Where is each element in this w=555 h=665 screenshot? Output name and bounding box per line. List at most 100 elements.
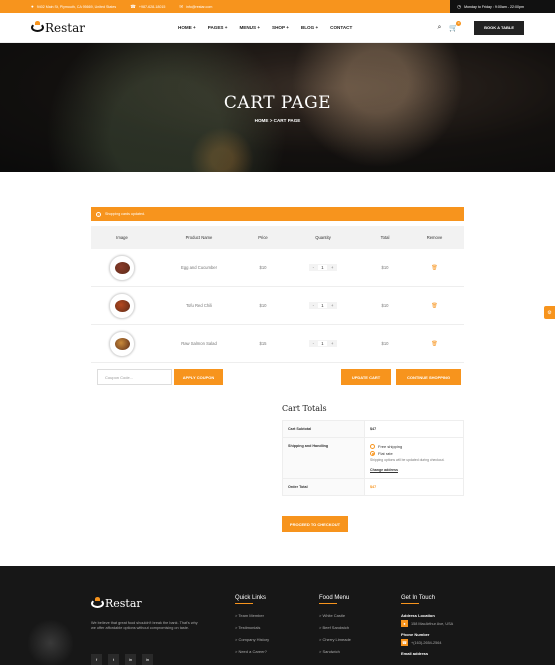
instagram-icon[interactable]: in — [125, 654, 136, 665]
phone-label: Phone Number — [401, 632, 430, 637]
product-image[interactable] — [109, 254, 135, 281]
order-total-label: Order Total — [283, 478, 365, 495]
linkedin-icon[interactable]: in — [142, 654, 153, 665]
flat-rate-option[interactable]: Flat rate — [370, 451, 458, 456]
footer-link[interactable]: > Sandwich — [319, 649, 351, 654]
quantity-stepper: -1 + — [308, 264, 338, 271]
table-row: Raw Salmon Salad $15 -1 + $10 🗑 — [91, 325, 464, 363]
qty-input[interactable]: 1 — [317, 341, 327, 346]
qty-increase-button[interactable]: + — [331, 265, 333, 270]
coupon-row: Coupon Code... APPLY COUPON UPDATE CART … — [97, 369, 461, 385]
subtotal-label: Cart Subtotal — [283, 421, 365, 437]
breadcrumb-separator: > — [269, 117, 273, 123]
info-icon: i — [96, 211, 101, 217]
free-shipping-option[interactable]: Free shipping — [370, 444, 458, 449]
page-hero: CART PAGE HOME > CART PAGE — [0, 43, 555, 172]
quantity-cell: -1 + — [281, 264, 365, 271]
footer-link[interactable]: > Beef Sandwich — [319, 625, 351, 630]
flat-rate-label: Flat rate — [378, 451, 393, 456]
product-name[interactable]: Raw Salmon Salad — [153, 341, 245, 346]
product-price: $10 — [259, 303, 267, 308]
table-row: Tofu Red Chili $10 -1 + $10 🗑 — [91, 287, 464, 325]
quantity-cell: -1 + — [281, 302, 365, 309]
footer-brand-name: Restar — [105, 597, 142, 610]
header-remove: Remove — [426, 235, 443, 240]
nav-menus[interactable]: MENUS + — [239, 25, 260, 30]
order-total-row: Order Total $47 — [283, 478, 463, 495]
coupon-code-input[interactable]: Coupon Code... — [97, 369, 172, 385]
header-price: Price — [258, 235, 268, 240]
nav-home[interactable]: HOME + — [178, 25, 196, 30]
qty-input[interactable]: 1 — [317, 265, 327, 270]
twitter-icon[interactable]: t — [108, 654, 119, 665]
product-name[interactable]: Egg and Cucumber — [153, 265, 245, 270]
nav-shop[interactable]: SHOP + — [272, 25, 289, 30]
product-image[interactable] — [109, 292, 135, 319]
breadcrumb-home[interactable]: HOME — [255, 118, 269, 123]
phone-value[interactable]: +(163)-2654-2564 — [411, 641, 442, 645]
brand-logo[interactable]: Restar — [31, 21, 178, 35]
footer-logo[interactable]: Restar — [91, 597, 142, 610]
side-settings-tab[interactable]: ⚙ — [544, 306, 555, 319]
product-total: $10 — [381, 341, 389, 346]
footer-link[interactable]: > Company History — [235, 637, 269, 642]
shipping-note: Shipping options will be updated during … — [370, 458, 445, 462]
phone-icon: ☎ — [401, 639, 408, 646]
apply-coupon-button[interactable]: APPLY COUPON — [174, 369, 223, 385]
trash-icon[interactable]: 🗑 — [431, 341, 437, 347]
footer-link[interactable]: > Need a Career? — [235, 649, 269, 654]
radio-flat-rate[interactable] — [370, 451, 375, 456]
update-cart-button[interactable]: UPDATE CART — [341, 369, 391, 385]
book-table-button[interactable]: BOOK A TABLE — [474, 20, 524, 35]
title-underline — [401, 603, 419, 604]
header-product-name: Product Name — [185, 235, 213, 240]
continue-shopping-button[interactable]: CONTINUE SHOPPING — [396, 369, 461, 385]
footer-link[interactable]: > White Castle — [319, 613, 351, 618]
qty-increase-button[interactable]: + — [331, 303, 333, 308]
qty-decrease-button[interactable]: - — [313, 303, 314, 308]
qty-increase-button[interactable]: + — [331, 341, 333, 346]
product-total: $10 — [381, 265, 389, 270]
proceed-to-checkout-button[interactable]: PROCEED TO CHECKOUT — [282, 516, 348, 532]
social-links: f t in in — [91, 654, 153, 665]
email-text[interactable]: info@restar.com — [186, 5, 212, 9]
product-total: $10 — [381, 303, 389, 308]
header-image: Image — [116, 235, 128, 240]
food-menu-title: Food Menu — [319, 595, 350, 601]
footer-link[interactable]: > Testimonials — [235, 625, 269, 630]
nav-pages[interactable]: PAGES + — [208, 25, 228, 30]
radio-free-shipping[interactable] — [370, 444, 375, 449]
get-in-touch-title: Get In Touch — [401, 595, 435, 601]
breadcrumb-current: CART PAGE — [273, 117, 301, 123]
trash-icon[interactable]: 🗑 — [431, 303, 437, 309]
cart-count-badge: 0 — [456, 20, 462, 26]
qty-decrease-button[interactable]: - — [313, 265, 314, 270]
remove-cell: 🗑 — [405, 303, 464, 309]
cart-totals-table: Cart Subtotal $47 Shipping and Handling … — [282, 420, 464, 496]
shipping-options: Free shipping Flat rate Shipping options… — [365, 438, 463, 478]
change-address-link[interactable]: Change address — [370, 468, 458, 472]
qty-input[interactable]: 1 — [317, 303, 327, 308]
nav-blog[interactable]: BLOG + — [301, 25, 318, 30]
cart-icon[interactable]: 🛒 0 — [449, 20, 462, 32]
footer-link[interactable]: > Cherry Limeade — [319, 637, 351, 642]
clock-icon: ◷ — [457, 3, 462, 9]
email-info[interactable]: ✉ info@restar.com — [179, 4, 212, 10]
search-icon[interactable]: ⌕ — [438, 24, 442, 32]
footer-link[interactable]: > Team Member — [235, 613, 269, 618]
product-image-cell — [91, 330, 153, 357]
phone-text[interactable]: +987-628-18015 — [139, 5, 165, 9]
footer: Restar We believe that great food should… — [0, 566, 555, 665]
qty-decrease-button[interactable]: - — [313, 341, 314, 346]
nav-contact[interactable]: CONTACT — [330, 25, 352, 30]
order-total-value: $47 — [370, 484, 377, 489]
food-1 — [114, 299, 130, 312]
product-name[interactable]: Tofu Red Chili — [153, 303, 245, 308]
quick-links-column: Quick Links > Team Member > Testimonials… — [235, 595, 269, 661]
product-image[interactable] — [109, 330, 135, 357]
trash-icon[interactable]: 🗑 — [431, 265, 437, 271]
facebook-icon[interactable]: f — [91, 654, 102, 665]
phone-info[interactable]: ☎ +987-628-18015 — [130, 4, 165, 10]
quantity-cell: -1 + — [281, 340, 365, 347]
address-line: ● 158 MacArthur Ave, USA — [401, 620, 453, 627]
